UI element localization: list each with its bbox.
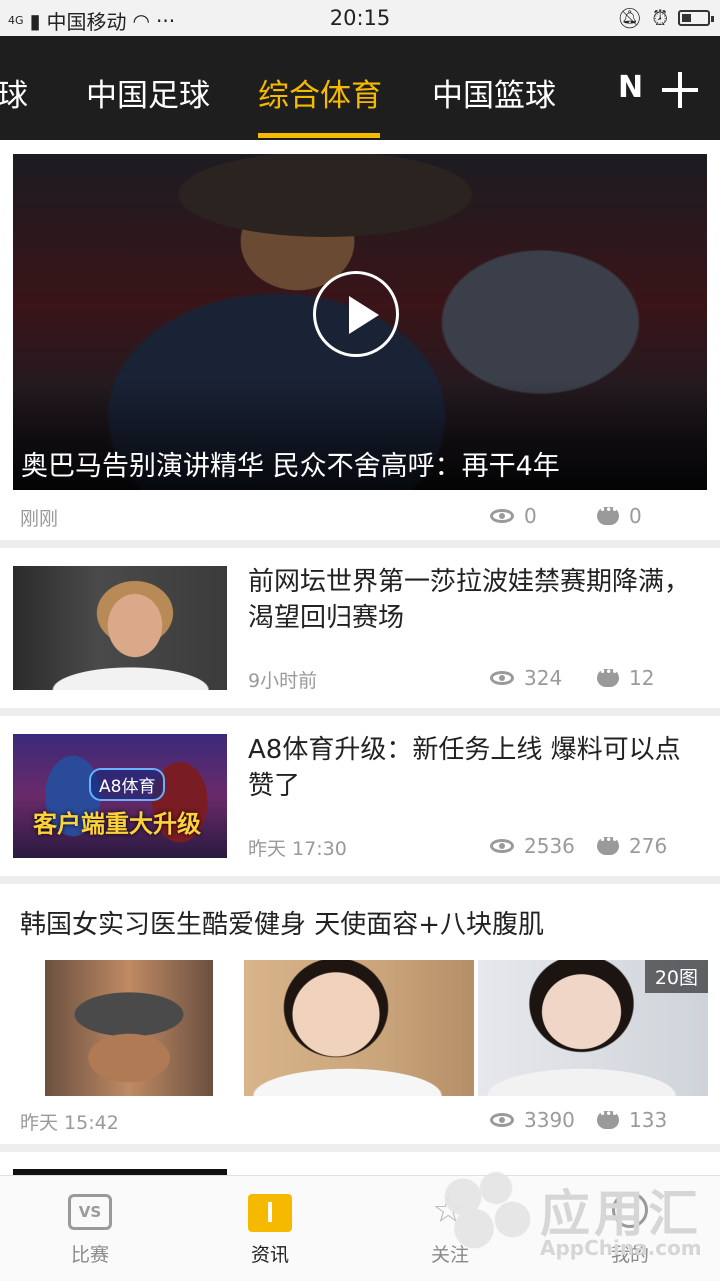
tab-label: 我的	[610, 1244, 649, 1266]
news-card[interactable]: 前网坛世界第一莎拉波娃禁赛期降满，渴望回归赛场 9小时前 324 12	[0, 548, 720, 708]
hero-comments: 0	[597, 503, 642, 528]
category-tab-bar: 足球 中国足球 综合体育 中国篮球 N	[0, 36, 720, 140]
news-thumbnail	[13, 566, 227, 690]
news-title: A8体育升级：新任务上线 爆料可以点赞了	[248, 735, 681, 801]
vs-icon: VS	[68, 1194, 112, 1230]
hero-video-thumbnail[interactable]: 奥巴马告别演讲精华 民众不舍高呼：再干4年	[13, 154, 707, 490]
tab-general-sports[interactable]: 综合体育	[258, 70, 382, 115]
tab-follow[interactable]: ☆ 关注	[360, 1176, 540, 1281]
view-count: 324	[524, 666, 563, 690]
bottom-tab-bar: VS 比赛 资讯 ☆ 关注 我的	[0, 1175, 720, 1281]
tab-me[interactable]: 我的	[540, 1176, 720, 1281]
gallery-title: 韩国女实习医生酷爱健身 天使面容+八块腹肌	[20, 910, 545, 940]
tab-news[interactable]: 资讯	[180, 1176, 360, 1281]
image-count-badge: 20图	[644, 960, 708, 993]
status-bar: 4G ▮ 中国移动 ◠ ··· 20:15 🔕︎ ⏰︎	[0, 0, 720, 36]
star-icon: ☆	[432, 1190, 465, 1231]
comment-icon	[597, 833, 619, 855]
gallery-image	[45, 960, 213, 1096]
gallery-views: 3390	[490, 1108, 575, 1132]
tab-label: 比赛	[70, 1244, 109, 1266]
mute-icon: 🔕︎	[617, 6, 643, 30]
comment-count: 12	[629, 666, 655, 690]
gallery-image	[244, 960, 474, 1096]
alarm-icon: ⏰︎	[652, 6, 668, 30]
gallery-comments: 133	[597, 1107, 668, 1132]
news-card[interactable]: A8体育 客户端重大升级 A8体育升级：新任务上线 爆料可以点赞了 昨天 17:…	[0, 716, 720, 876]
tab-partial-next[interactable]: N	[618, 70, 643, 105]
gallery-card[interactable]: 韩国女实习医生酷爱健身 天使面容+八块腹肌 20图 昨天 15:42 3390 …	[0, 884, 720, 1144]
eye-icon	[490, 509, 514, 523]
news-views: 2536	[490, 834, 575, 858]
hero-title: 奥巴马告别演讲精华 民众不舍高呼：再干4年	[21, 451, 560, 482]
hero-views: 0	[490, 504, 537, 528]
news-comments: 12	[597, 665, 655, 690]
status-time: 20:15	[329, 6, 391, 30]
user-icon	[612, 1192, 648, 1228]
hero-time: 刚刚	[20, 508, 59, 530]
status-right: 🔕︎ ⏰︎	[617, 6, 714, 30]
news-time: 9小时前	[248, 670, 318, 692]
view-count: 2536	[524, 834, 575, 858]
thumbnail-caption: 客户端重大升级	[33, 810, 201, 838]
comment-icon	[597, 1107, 619, 1129]
news-card-hero[interactable]: 奥巴马告别演讲精华 民众不舍高呼：再干4年 刚刚 0 0	[0, 140, 720, 540]
news-icon	[248, 1194, 292, 1232]
play-icon[interactable]	[313, 271, 399, 357]
news-thumbnail: A8体育 客户端重大升级	[13, 734, 227, 858]
news-time: 昨天 17:30	[248, 838, 347, 860]
comment-count: 133	[629, 1108, 668, 1132]
comment-count: 0	[629, 504, 642, 528]
tab-label: 关注	[430, 1244, 469, 1266]
eye-icon	[490, 1113, 514, 1127]
active-tab-indicator	[258, 133, 380, 138]
gallery-image: 20图	[478, 960, 708, 1096]
thumbnail-badge: A8体育	[89, 768, 166, 801]
eye-icon	[490, 671, 514, 685]
news-comments: 276	[597, 833, 668, 858]
view-count: 0	[524, 504, 537, 528]
comment-count: 276	[629, 834, 668, 858]
battery-icon	[678, 10, 714, 26]
comment-icon	[597, 665, 619, 687]
news-views: 324	[490, 666, 562, 690]
tab-football[interactable]: 足球	[0, 70, 28, 115]
news-title: 前网坛世界第一莎拉波娃禁赛期降满，渴望回归赛场	[248, 567, 691, 633]
view-count: 3390	[524, 1108, 575, 1132]
tab-china-football[interactable]: 中国足球	[86, 70, 210, 115]
gallery-time: 昨天 15:42	[20, 1112, 119, 1134]
comment-icon	[597, 503, 619, 525]
tab-label: 资讯	[250, 1244, 289, 1266]
eye-icon	[490, 839, 514, 853]
add-category-icon[interactable]	[662, 72, 698, 108]
tab-matches[interactable]: VS 比赛	[0, 1176, 180, 1281]
tab-china-basketball[interactable]: 中国篮球	[432, 70, 556, 115]
